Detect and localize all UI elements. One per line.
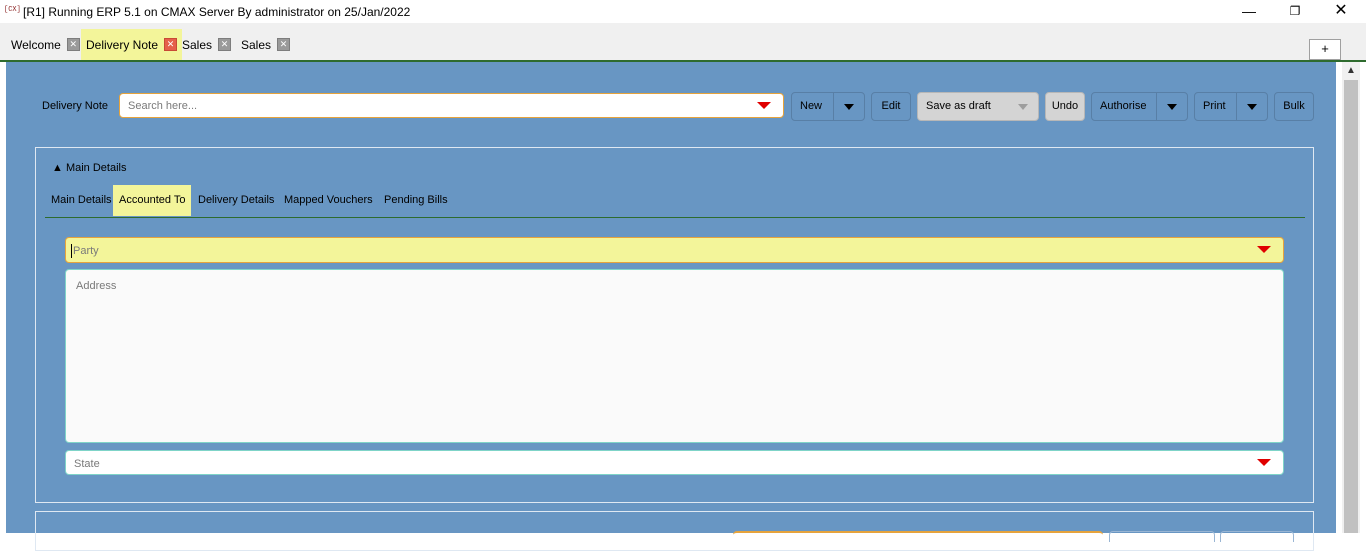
bulk-button-label: Bulk: [1283, 100, 1305, 112]
app-logo-icon: [CX]: [4, 6, 21, 14]
window-title: [R1] Running ERP 5.1 on CMAX Server By a…: [23, 5, 411, 19]
authorise-button[interactable]: Authorise: [1091, 92, 1188, 121]
state-field[interactable]: [65, 450, 1284, 475]
dropdown-arrow-icon[interactable]: [757, 102, 771, 109]
undo-button[interactable]: Undo: [1045, 92, 1085, 121]
chevron-down-icon: [1167, 104, 1177, 110]
main-panel: Delivery Note New Edit Save as draft Und…: [6, 62, 1336, 551]
save-as-draft-label: Save as draft: [926, 100, 991, 112]
authorise-button-label: Authorise: [1100, 100, 1147, 112]
tab-label: Welcome: [11, 37, 61, 52]
document-tab-strip: Welcome ✕ Delivery Note ✕ Sales ✕ Sales …: [0, 23, 1366, 62]
details-tab-bar: Main Details Accounted To Delivery Detai…: [45, 185, 1305, 218]
chevron-down-icon: [844, 104, 854, 110]
scrollbar-thumb[interactable]: [1344, 80, 1358, 533]
new-button[interactable]: New: [791, 92, 865, 121]
tab-sales[interactable]: Sales ✕: [177, 29, 236, 60]
chevron-down-icon: [1247, 104, 1257, 110]
save-as-draft-button[interactable]: Save as draft: [917, 92, 1039, 121]
tab-delivery-details[interactable]: Delivery Details: [192, 185, 280, 216]
address-textarea[interactable]: [74, 278, 1268, 432]
authorise-dropdown-toggle[interactable]: [1156, 93, 1187, 120]
search-input[interactable]: [126, 99, 730, 113]
close-tab-icon[interactable]: ✕: [218, 38, 232, 51]
print-dropdown-toggle[interactable]: [1236, 93, 1267, 120]
tab-accounted-to[interactable]: Accounted To: [113, 185, 192, 216]
main-details-collapse-toggle[interactable]: ▲ Main Details: [52, 162, 126, 174]
edit-button[interactable]: Edit: [871, 92, 911, 121]
tab-label: Sales: [241, 37, 272, 52]
tab-label: Delivery Note: [86, 37, 159, 52]
edit-button-label: Edit: [881, 100, 901, 112]
print-button[interactable]: Print: [1194, 92, 1268, 121]
address-field[interactable]: [65, 269, 1284, 443]
state-input[interactable]: [72, 457, 1226, 471]
new-dropdown-toggle[interactable]: [833, 93, 864, 120]
tab-pending-bills[interactable]: Pending Bills: [378, 185, 454, 216]
dropdown-arrow-icon[interactable]: [1257, 459, 1271, 466]
dropdown-arrow-icon[interactable]: [1257, 246, 1271, 253]
tab-mapped-vouchers[interactable]: Mapped Vouchers: [278, 185, 379, 216]
tab-main-details[interactable]: Main Details: [45, 185, 118, 216]
close-tab-icon[interactable]: ✕: [277, 38, 291, 51]
add-tab-button[interactable]: +: [1309, 39, 1341, 60]
undo-button-label: Undo: [1051, 100, 1079, 112]
tab-delivery-note[interactable]: Delivery Note ✕: [81, 29, 183, 60]
window-title-bar: [CX] [R1] Running ERP 5.1 on CMAX Server…: [0, 0, 1366, 23]
vertical-scrollbar[interactable]: ▲: [1342, 62, 1360, 533]
new-button-label: New: [800, 100, 823, 112]
maximize-button[interactable]: ❐: [1280, 2, 1310, 20]
party-field[interactable]: [65, 237, 1284, 263]
scroll-up-icon[interactable]: ▲: [1342, 64, 1360, 78]
next-section-panel: [35, 511, 1314, 551]
minimize-button[interactable]: —: [1234, 2, 1264, 20]
tab-label: Sales: [182, 37, 213, 52]
voucher-type-label: Delivery Note: [42, 100, 109, 112]
save-dropdown-toggle[interactable]: [1008, 93, 1038, 120]
print-button-label: Print: [1203, 100, 1226, 112]
tab-sales-2[interactable]: Sales ✕: [236, 29, 295, 60]
party-input[interactable]: [71, 244, 1225, 258]
bulk-button[interactable]: Bulk: [1274, 92, 1314, 121]
main-details-section: ▲ Main Details Main Details Accounted To…: [35, 147, 1314, 503]
voucher-search-box[interactable]: [119, 93, 784, 118]
chevron-down-icon: [1018, 104, 1028, 110]
close-window-button[interactable]: ✕: [1326, 2, 1356, 20]
close-tab-icon[interactable]: ✕: [66, 38, 80, 51]
tab-welcome[interactable]: Welcome ✕: [6, 29, 85, 60]
close-tab-icon[interactable]: ✕: [164, 38, 178, 51]
